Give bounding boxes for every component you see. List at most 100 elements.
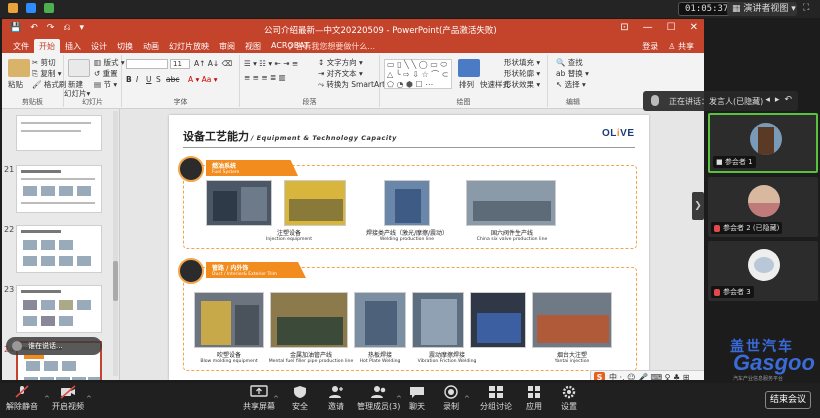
shield-icon[interactable] <box>26 3 36 13</box>
share-options-caret[interactable]: ^ <box>273 395 279 403</box>
cut-button[interactable]: ✂ 剪切 <box>32 57 56 68</box>
thumbnail-21[interactable] <box>16 165 102 213</box>
arrange-icon[interactable] <box>458 59 480 77</box>
collapse-panel-button[interactable]: ❯ <box>692 192 704 220</box>
maximize-icon[interactable]: ☐ <box>667 22 676 33</box>
invite-button[interactable]: 邀请 <box>327 385 345 412</box>
tell-me-search[interactable]: ♀ 告诉我您想要做什么... <box>287 41 375 52</box>
record-options-caret[interactable]: ^ <box>464 395 470 403</box>
align-icon[interactable]: ≡ ≡ ≡ ≣ ▥ <box>244 73 286 82</box>
shadow-button[interactable]: S <box>156 75 161 84</box>
tab-slideshow[interactable]: 幻灯片放映 <box>164 39 214 54</box>
participant-tile[interactable]: 参会者 3 <box>708 241 818 301</box>
tab-insert[interactable]: 插入 <box>60 39 86 54</box>
olive-logo: OLiVE <box>602 128 635 139</box>
current-slide[interactable]: 设备工艺能力 / Equipment & Technology Capacity … <box>169 115 649 380</box>
thumbnails-scrollbar[interactable] <box>113 111 118 376</box>
share-screen-button[interactable]: 共享屏幕 <box>243 385 275 412</box>
participants-button[interactable]: 管理成员(3) <box>357 385 400 412</box>
shapes-gallery[interactable]: ▭ ▯ ╲ ╲ ◯ ▭ ⬭ △ ╰ ⇨ ⇩ ☆ ⌒ ⊂ ⬠ ◔ ⬢ ☐ ⋯ <box>384 59 452 89</box>
bullets-icon[interactable]: ☰ ▾ ☷ ▾ ⇤ ⇥ ≡ <box>244 59 298 68</box>
layout-button[interactable]: ▥ 版式 ▾ <box>94 57 125 68</box>
return-icon[interactable]: ↶ <box>784 95 792 105</box>
shape-effects-button[interactable]: 形状效果 ▾ <box>504 79 540 90</box>
tab-design[interactable]: 设计 <box>86 39 112 54</box>
tab-home[interactable]: 开始 <box>34 39 60 54</box>
thumbnail-23[interactable] <box>16 285 102 333</box>
participant-tile[interactable]: ■ 参会者 1 <box>708 113 818 173</box>
underline-button[interactable]: U <box>146 75 152 84</box>
tab-file[interactable]: 文件 <box>8 39 34 54</box>
strike-button[interactable]: abc <box>166 75 179 84</box>
thumbnail-22[interactable] <box>16 225 102 273</box>
ime-toolbar[interactable]: S 中 ·, ☺ 🎤 ⌨ ♀ ♣ ⊞ <box>590 370 704 380</box>
participants-options-caret[interactable]: ^ <box>396 395 402 403</box>
find-button[interactable]: 🔍 查找 <box>556 57 583 68</box>
format-painter-button[interactable]: 🖌 格式刷 <box>32 79 66 90</box>
group-label: 剪贴板 <box>22 98 43 106</box>
ribbon-display-icon[interactable]: ⊡ <box>620 22 628 33</box>
grow-font-icon[interactable]: A↑ A↓ ⌫ <box>194 59 232 68</box>
undo-icon[interactable]: ↶ <box>30 23 38 33</box>
minimize-icon[interactable]: — <box>643 22 653 33</box>
unmute-button[interactable]: 解除静音 <box>6 385 38 412</box>
save-icon[interactable]: 💾 <box>10 23 21 33</box>
font-size-select[interactable]: 11 <box>170 59 190 69</box>
select-button[interactable]: ↖ 选择 ▾ <box>556 79 586 90</box>
scrollbar-thumb[interactable] <box>113 261 118 301</box>
video-options-caret[interactable]: ^ <box>86 395 92 403</box>
arrange-button[interactable]: 排列 <box>459 79 474 90</box>
fullscreen-icon[interactable]: ⛶ <box>803 3 809 13</box>
thumbnail-20[interactable] <box>16 115 102 151</box>
chat-label: 聊天 <box>409 402 425 411</box>
audio-options-caret[interactable]: ^ <box>44 395 50 403</box>
login-link[interactable]: 登录 <box>642 41 658 52</box>
end-meeting-button[interactable]: 结束会议 <box>765 391 811 409</box>
share-button[interactable]: ♙ 共享 <box>668 41 694 52</box>
bold-button[interactable]: B <box>126 75 132 84</box>
prev-icon[interactable]: ◂ <box>765 95 770 105</box>
breakout-rooms-button[interactable]: 分组讨论 <box>480 385 512 412</box>
view-button[interactable]: ▦ 演讲者视图 ▾ <box>727 2 797 16</box>
apps-button[interactable]: 应用 <box>525 385 543 412</box>
window-controls: ⊡ — ☐ ✕ <box>620 22 698 33</box>
start-video-button[interactable]: 开启视频 <box>52 385 84 412</box>
customize-qat-icon[interactable]: ▾ <box>80 23 85 33</box>
close-icon[interactable]: ✕ <box>690 22 698 33</box>
record-button[interactable]: 录制 <box>442 385 460 412</box>
info-icon[interactable] <box>8 3 18 13</box>
shape-outline-button[interactable]: 形状轮廓 ▾ <box>504 68 540 79</box>
new-slide-icon[interactable] <box>68 59 90 77</box>
avatar <box>748 249 780 281</box>
avatar <box>748 185 780 217</box>
signal-icon[interactable] <box>44 3 54 13</box>
tab-view[interactable]: 视图 <box>240 39 266 54</box>
italic-button[interactable]: I <box>136 75 138 84</box>
security-button[interactable]: 安全 <box>291 385 309 412</box>
participant-tile[interactable]: 参会者 2 (已隐藏) <box>708 177 818 237</box>
shape-fill-button[interactable]: 形状填充 ▾ <box>504 57 540 68</box>
copy-button[interactable]: ⎘ 复制 ▾ <box>32 68 62 79</box>
caption-blow-molding: 吹塑设备 Blow molding equipment <box>200 352 258 364</box>
tab-transitions[interactable]: 切换 <box>112 39 138 54</box>
tab-review[interactable]: 审阅 <box>214 39 240 54</box>
section-button[interactable]: ▤ 节 ▾ <box>94 79 117 90</box>
paste-button[interactable]: 粘贴 <box>8 79 23 90</box>
replace-button[interactable]: ab 替换 ▾ <box>556 68 589 79</box>
tab-animations[interactable]: 动画 <box>138 39 164 54</box>
font-name-select[interactable] <box>126 59 168 69</box>
settings-button[interactable]: 设置 <box>560 385 578 412</box>
next-icon[interactable]: ▸ <box>775 95 780 105</box>
start-slideshow-icon[interactable]: ⎌ <box>63 23 70 33</box>
caption-valve: 国六阀件生产线 China six valve production line <box>476 230 548 242</box>
reset-button[interactable]: ↺ 重置 <box>94 68 118 79</box>
text-direction-button[interactable]: ↕ 文字方向 ▾ <box>318 57 363 68</box>
redo-icon[interactable]: ↷ <box>47 23 55 33</box>
font-color-icon[interactable]: A ▾ Aa ▾ <box>188 75 218 84</box>
paste-icon[interactable] <box>8 59 30 77</box>
share-screen-icon <box>250 385 268 397</box>
slide-title-cn: 设备工艺能力 <box>183 130 249 143</box>
align-text-button[interactable]: ⇥ 对齐文本 ▾ <box>318 68 363 79</box>
slide-thumbnails-pane[interactable]: 21 22 23 24 <box>2 109 120 380</box>
chat-button[interactable]: 聊天 <box>408 385 426 412</box>
